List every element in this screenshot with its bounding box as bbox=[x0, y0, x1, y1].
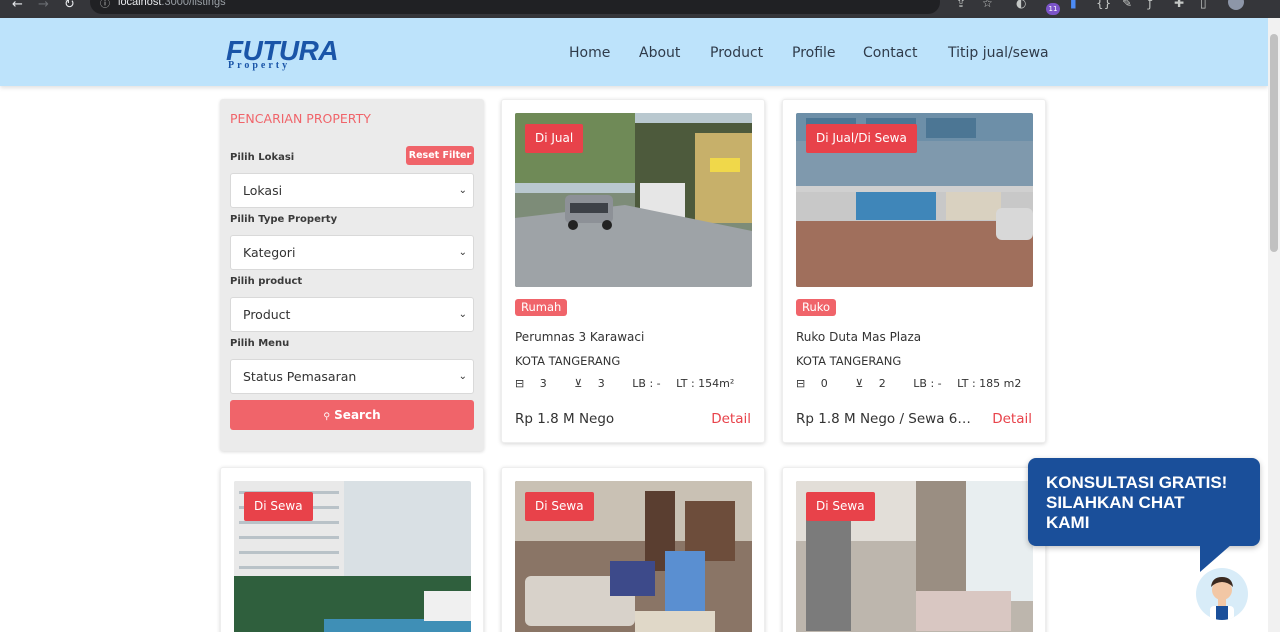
chevron-down-icon: ⌄ bbox=[458, 247, 467, 258]
nav-product[interactable]: Product bbox=[710, 45, 763, 65]
search-button-label: Search bbox=[334, 408, 381, 422]
reload-icon[interactable]: ↻ bbox=[64, 0, 75, 12]
property-type-badge: Rumah bbox=[515, 299, 568, 316]
bed-icon: ⊟ bbox=[515, 377, 525, 390]
status-badge: Di Sewa bbox=[244, 492, 313, 521]
side-panel-icon[interactable]: ▯ bbox=[1200, 0, 1207, 10]
chevron-down-icon: ⌄ bbox=[458, 185, 467, 196]
nav-contact[interactable]: Contact bbox=[863, 45, 917, 65]
status-badge: Di Sewa bbox=[806, 492, 875, 521]
extension-icon[interactable]: {} bbox=[1096, 0, 1111, 10]
property-type-select[interactable]: Kategori ⌄ bbox=[230, 235, 474, 270]
listing-name: Perumnas 3 Karawaci bbox=[515, 330, 645, 344]
location-label: Pilih Lokasi bbox=[230, 152, 295, 163]
listing-card[interactable]: Di Jual Rumah Perumnas 3 Karawaci KOTA T… bbox=[501, 99, 765, 443]
listing-card[interactable]: Di Sewa bbox=[782, 467, 1046, 632]
search-icon: ⚲ bbox=[323, 412, 330, 422]
product-label: Pilih product bbox=[230, 276, 303, 287]
chat-line-1: KONSULTASI GRATIS! bbox=[1046, 473, 1228, 492]
listing-specs: ⊟ 3 ⊻ 3 LB : - LT : 154m² bbox=[515, 377, 735, 390]
status-badge: Di Jual/Di Sewa bbox=[806, 124, 917, 153]
extension-badge: 11 bbox=[1046, 3, 1060, 15]
menu-label: Pilih Menu bbox=[230, 338, 290, 349]
property-type-label: Pilih Type Property bbox=[230, 214, 338, 225]
back-arrow-icon[interactable]: ← bbox=[12, 0, 23, 12]
property-type-badge: Ruko bbox=[796, 299, 837, 316]
location-select[interactable]: Lokasi ⌄ bbox=[230, 173, 474, 208]
address-url: localhost:3000/listings bbox=[118, 0, 226, 8]
land-area: LT : 154m² bbox=[676, 377, 735, 390]
marketing-status-select[interactable]: Status Pemasaran ⌄ bbox=[230, 359, 474, 394]
chat-line-3: KAMI bbox=[1046, 513, 1090, 532]
function-icon[interactable]: ƒ bbox=[1148, 0, 1152, 10]
building-area: LB : - bbox=[913, 377, 942, 390]
bed-icon: ⊟ bbox=[796, 377, 806, 390]
nav-titip-jual-sewa[interactable]: Titip jual/sewa bbox=[948, 45, 1049, 65]
product-select[interactable]: Product ⌄ bbox=[230, 297, 474, 332]
listing-price: Rp 1.8 M Nego bbox=[515, 411, 615, 427]
bath-icon: ⊻ bbox=[574, 377, 583, 390]
detail-link[interactable]: Detail bbox=[711, 411, 751, 427]
pen-icon[interactable]: ✎ bbox=[1122, 0, 1132, 10]
listing-card[interactable]: Di Sewa bbox=[220, 467, 484, 632]
bath-icon: ⊻ bbox=[855, 377, 864, 390]
bookmark-star-icon[interactable]: ☆ bbox=[982, 0, 993, 10]
extension-icon[interactable]: ▮ bbox=[1070, 0, 1077, 10]
chat-line-2: SILAHKAN CHAT bbox=[1046, 493, 1185, 512]
puzzle-icon[interactable]: ✚ bbox=[1174, 0, 1184, 10]
profile-avatar[interactable] bbox=[1228, 0, 1244, 10]
site-header: FUTURA Property Home About Product Profi… bbox=[0, 18, 1268, 86]
chevron-down-icon: ⌄ bbox=[458, 371, 467, 382]
nav-about[interactable]: About bbox=[639, 45, 680, 65]
brand-logo[interactable]: FUTURA Property bbox=[226, 37, 339, 73]
chevron-down-icon: ⌄ bbox=[458, 309, 467, 320]
forward-arrow-icon[interactable]: → bbox=[38, 0, 49, 12]
building-area: LB : - bbox=[632, 377, 661, 390]
land-area: LT : 185 m2 bbox=[957, 377, 1022, 390]
logo-sub-text: Property bbox=[228, 60, 291, 71]
nav-profile[interactable]: Profile bbox=[792, 45, 836, 65]
listing-specs: ⊟ 0 ⊻ 2 LB : - LT : 185 m2 bbox=[796, 377, 1022, 390]
listing-city: KOTA TANGERANG bbox=[796, 354, 902, 368]
listing-city: KOTA TANGERANG bbox=[515, 354, 621, 368]
detail-link[interactable]: Detail bbox=[992, 411, 1032, 427]
extension-icon[interactable]: ◐ bbox=[1016, 0, 1026, 10]
free-consultation-chat-bubble[interactable]: KONSULTASI GRATIS! SILAHKAN CHAT KAMI bbox=[1028, 458, 1260, 546]
nav-home[interactable]: Home bbox=[569, 45, 610, 65]
reset-filter-button[interactable]: Reset Filter bbox=[406, 146, 474, 165]
listing-price: Rp 1.8 M Nego / Sewa 60... bbox=[796, 411, 976, 427]
filter-title: PENCARIAN PROPERTY bbox=[230, 111, 371, 126]
listing-name: Ruko Duta Mas Plaza bbox=[796, 330, 922, 344]
listing-card[interactable]: Di Jual/Di Sewa Ruko Ruko Duta Mas Plaza… bbox=[782, 99, 1046, 443]
chat-agent-avatar[interactable] bbox=[1196, 568, 1248, 620]
listing-card[interactable]: Di Sewa bbox=[501, 467, 765, 632]
status-badge: Di Sewa bbox=[525, 492, 594, 521]
browser-toolbar: ← → ↻ ⓘ localhost:3000/listings ⇪ ☆ ◐ 11… bbox=[0, 0, 1280, 18]
share-icon[interactable]: ⇪ bbox=[956, 0, 966, 10]
scrollbar-thumb[interactable] bbox=[1270, 34, 1278, 252]
status-badge: Di Jual bbox=[525, 124, 584, 153]
info-icon[interactable]: ⓘ bbox=[100, 0, 110, 10]
search-button[interactable]: ⚲ Search bbox=[230, 400, 474, 430]
search-filter-panel: PENCARIAN PROPERTY Reset Filter Pilih Lo… bbox=[220, 99, 484, 451]
